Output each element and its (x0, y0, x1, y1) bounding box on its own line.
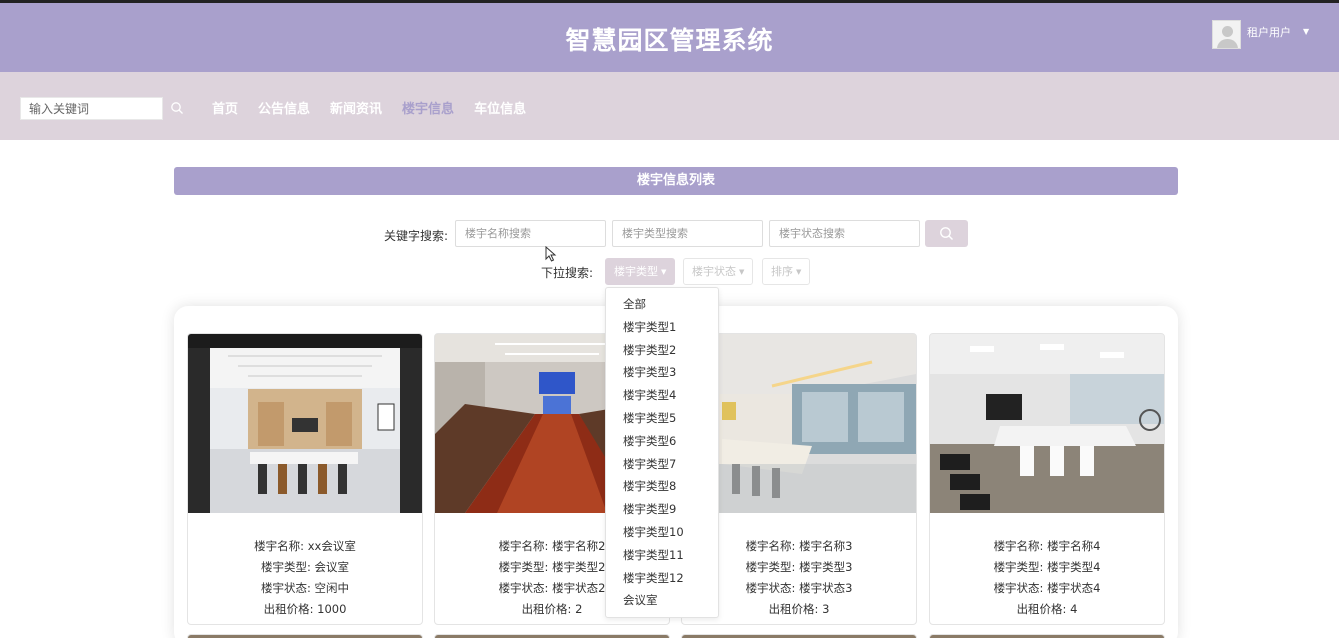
menu-item[interactable]: 楼宇类型10 (606, 521, 718, 544)
menu-item[interactable]: 楼宇类型5 (606, 407, 718, 430)
building-type-dropdown[interactable]: 楼宇类型 ▼ (605, 258, 676, 285)
building-card[interactable]: 楼宇名称: xx会议室 楼宇类型: 会议室 楼宇状态: 空闲中 出租价格: 10… (187, 333, 423, 625)
search-input[interactable] (20, 97, 163, 120)
building-status-dropdown[interactable]: 楼宇状态 ▼ (683, 258, 754, 285)
nav-news[interactable]: 新闻资讯 (330, 98, 382, 117)
chevron-down-icon: ▼ (661, 268, 667, 276)
menu-item[interactable]: 楼宇类型9 (606, 498, 718, 521)
building-card[interactable] (187, 634, 423, 638)
menu-item[interactable]: 楼宇类型4 (606, 384, 718, 407)
building-status: 楼宇状态: 楼宇状态4 (993, 581, 1101, 595)
building-type: 楼宇类型: 会议室 (260, 560, 350, 574)
menu-item[interactable]: 楼宇类型2 (606, 339, 718, 362)
building-type-menu: 全部 楼宇类型1 楼宇类型2 楼宇类型3 楼宇类型4 楼宇类型5 楼宇类型6 楼… (605, 287, 719, 618)
menu-item[interactable]: 全部 (606, 293, 718, 316)
menu-item[interactable]: 楼宇类型8 (606, 475, 718, 498)
header: 智慧园区管理系统 租户用户 ▼ (0, 0, 1339, 72)
chevron-down-icon[interactable]: ▼ (1303, 27, 1309, 36)
rental-price: 出租价格: 4 (1016, 602, 1078, 616)
user-menu[interactable]: 租户用户 ▼ (1212, 20, 1309, 49)
sort-dropdown-label: 排序 (771, 265, 793, 278)
menu-item[interactable]: 楼宇类型3 (606, 361, 718, 384)
building-card[interactable] (929, 634, 1165, 638)
building-name: 楼宇名称: 楼宇名称4 (993, 539, 1101, 553)
building-name: 楼宇名称: xx会议室 (254, 539, 356, 553)
nav-buildings[interactable]: 楼宇信息 (402, 98, 454, 117)
chevron-down-icon: ▼ (796, 268, 802, 276)
sort-dropdown[interactable]: 排序 ▼ (762, 258, 811, 285)
building-card[interactable] (434, 634, 670, 638)
menu-item[interactable]: 楼宇类型6 (606, 430, 718, 453)
building-photo[interactable] (188, 334, 422, 513)
building-type-dropdown-label: 楼宇类型 (614, 265, 658, 278)
building-photo[interactable] (930, 334, 1164, 513)
building-type-search-input[interactable] (612, 220, 763, 247)
menu-item[interactable]: 楼宇类型12 (606, 567, 718, 590)
navbar: 首页 公告信息 新闻资讯 楼宇信息 车位信息 (0, 72, 1339, 140)
avatar[interactable] (1212, 20, 1241, 49)
mouse-cursor-icon (545, 246, 557, 262)
building-name-search-input[interactable] (455, 220, 606, 247)
building-status-dropdown-label: 楼宇状态 (692, 265, 736, 278)
building-card[interactable] (681, 634, 917, 638)
nav-parking[interactable]: 车位信息 (474, 98, 526, 117)
building-status-search-input[interactable] (769, 220, 920, 247)
site-title: 智慧园区管理系统 (565, 26, 774, 55)
nav-home[interactable]: 首页 (212, 98, 238, 117)
search-icon[interactable] (170, 101, 184, 115)
search-button[interactable] (925, 220, 968, 247)
building-card[interactable]: 楼宇名称: 楼宇名称4 楼宇类型: 楼宇类型4 楼宇状态: 楼宇状态4 出租价格… (929, 333, 1165, 625)
menu-item[interactable]: 楼宇类型1 (606, 316, 718, 339)
menu-item[interactable]: 楼宇类型11 (606, 544, 718, 567)
username[interactable]: 租户用户 (1247, 24, 1291, 40)
menu-item[interactable]: 会议室 (606, 589, 718, 612)
building-type: 楼宇类型: 楼宇类型4 (993, 560, 1101, 574)
panel-title: 楼宇信息列表 (174, 167, 1178, 195)
keyword-search-label: 关键字搜索: (384, 229, 449, 243)
dropdown-search-label: 下拉搜索: (541, 266, 594, 280)
search-icon (940, 227, 953, 240)
chevron-down-icon: ▼ (739, 268, 745, 276)
building-status: 楼宇状态: 空闲中 (260, 581, 350, 595)
nav-notices[interactable]: 公告信息 (258, 98, 310, 117)
rental-price: 出租价格: 1000 (263, 602, 347, 616)
menu-item[interactable]: 楼宇类型7 (606, 453, 718, 476)
